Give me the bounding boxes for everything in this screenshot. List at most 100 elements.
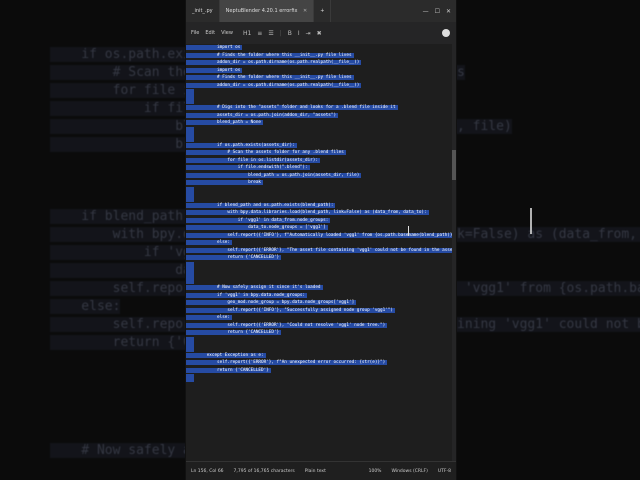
text-cursor-icon bbox=[408, 226, 409, 236]
selected-text: break bbox=[186, 180, 264, 185]
code-line bbox=[186, 261, 456, 269]
code-line: except Exception as e: bbox=[186, 352, 456, 360]
selected-text bbox=[186, 186, 194, 194]
text-format[interactable]: Plain text bbox=[300, 469, 331, 474]
code-line: if 'vgg1' in data_from.node_groups: bbox=[186, 217, 456, 225]
code-line bbox=[186, 269, 456, 277]
code-line: data_to.node_groups = ['vgg1'] bbox=[186, 224, 456, 232]
indent-icon[interactable]: ⇥ bbox=[305, 30, 312, 37]
selected-text: self.report({'ERROR'}, f"An unexpected e… bbox=[186, 360, 388, 365]
code-line: geo_mod.node_group = bpy.data.node_group… bbox=[186, 299, 456, 307]
selected-text: # Now safely assign it since it's loaded bbox=[186, 285, 323, 290]
tab-bar: _init_.py NeptuBlender 4.20.1 errorfix ✕… bbox=[186, 0, 456, 22]
code-line bbox=[186, 374, 456, 382]
code-line: if os.path.exists(assets_dir): bbox=[186, 142, 456, 150]
selected-text bbox=[186, 194, 194, 202]
minimize-icon[interactable]: — bbox=[423, 8, 429, 15]
code-line: assets_dir = os.path.join(addon_dir, "as… bbox=[186, 112, 456, 120]
new-tab-button[interactable]: + bbox=[314, 0, 332, 22]
selected-text: blend_path = None bbox=[186, 120, 264, 125]
selected-text: self.report({'INFO'}, "Successfully assi… bbox=[186, 307, 395, 313]
selection-count: 7,795 of 16,765 characters bbox=[233, 468, 295, 474]
heading-icon[interactable]: H1 bbox=[242, 30, 252, 37]
code-line bbox=[186, 186, 456, 194]
code-line: with bpy.data.libraries.load(blend_path,… bbox=[186, 209, 456, 217]
selected-text: if file.endswith(".blend"): bbox=[186, 165, 310, 170]
code-line: else: bbox=[186, 314, 456, 322]
cursor-position: Ln 156, Col 66 bbox=[191, 468, 224, 474]
selected-text: except Exception as e: bbox=[186, 352, 266, 358]
code-line: self.report({'INFO'}, f"Automatically lo… bbox=[186, 232, 456, 240]
status-bar: Ln 156, Col 66 7,795 of 16,765 character… bbox=[186, 461, 456, 480]
code-line: self.report({'ERROR'}, "The asset file c… bbox=[186, 247, 456, 255]
menu-view[interactable]: View bbox=[218, 30, 236, 36]
text-editor[interactable]: import os # Finds the folder where this … bbox=[186, 44, 456, 462]
code-line: if blend_path and os.path.exists(blend_p… bbox=[186, 202, 456, 210]
code-line bbox=[186, 89, 456, 97]
code-line bbox=[186, 344, 456, 352]
code-line bbox=[186, 134, 456, 142]
code-line: addon_dir = os.path.dirname(os.path.real… bbox=[186, 82, 456, 90]
bold-icon[interactable]: B bbox=[287, 30, 293, 37]
menu-edit[interactable]: Edit bbox=[202, 30, 218, 36]
selected-text: # Finds the folder where this __init__.p… bbox=[186, 75, 354, 80]
selected-text: return {'CANCELLED'} bbox=[186, 255, 282, 260]
text-cursor-icon-background bbox=[530, 208, 532, 234]
selected-text: blend_path = os.path.join(assets_dir, fi… bbox=[186, 172, 362, 178]
line-ending[interactable]: Windows (CRLF) bbox=[386, 469, 432, 474]
list-icon[interactable]: ≡ bbox=[256, 30, 263, 37]
selected-text bbox=[186, 134, 194, 142]
code-line: return {'CANCELLED'} bbox=[186, 254, 456, 262]
code-line bbox=[186, 276, 456, 284]
code-line: return {'CANCELLED'} bbox=[186, 367, 456, 375]
scrollbar-thumb[interactable] bbox=[452, 150, 456, 180]
selected-text: for file in os.listdir(assets_dir): bbox=[186, 157, 320, 163]
tab-init-py[interactable]: _init_.py bbox=[186, 0, 220, 22]
code-line bbox=[186, 336, 456, 344]
close-tab-icon[interactable]: ✕ bbox=[303, 8, 307, 14]
settings-icon[interactable] bbox=[442, 29, 450, 37]
selected-text: if 'vgg1' in bpy.data.node_groups: bbox=[186, 292, 307, 298]
background-dim-left bbox=[0, 0, 185, 480]
selected-text bbox=[186, 336, 194, 344]
selected-text: self.report({'ERROR'}, "The asset file c… bbox=[186, 247, 456, 253]
clear-format-icon[interactable]: ✖ bbox=[316, 30, 323, 37]
tab-active-file[interactable]: NeptuBlender 4.20.1 errorfix ✕ bbox=[219, 0, 315, 22]
code-line: blend_path = None bbox=[186, 119, 456, 127]
encoding[interactable]: UTF-8 bbox=[433, 469, 456, 474]
menu-file[interactable]: File bbox=[188, 30, 202, 36]
code-line: else: bbox=[186, 239, 456, 247]
selected-text: if 'vgg1' in data_from.node_groups: bbox=[186, 217, 331, 223]
selected-text: addon_dir = os.path.dirname(os.path.real… bbox=[186, 60, 362, 65]
italic-icon[interactable]: I bbox=[297, 30, 301, 37]
code-line: break bbox=[186, 179, 456, 187]
vertical-scrollbar[interactable] bbox=[452, 44, 456, 462]
code-line: # Finds the folder where this __init__.p… bbox=[186, 74, 456, 82]
selected-text: else: bbox=[186, 315, 232, 320]
code-line: self.report({'ERROR'}, f"An unexpected e… bbox=[186, 359, 456, 367]
maximize-icon[interactable]: ☐ bbox=[435, 8, 440, 15]
selected-text: return {'CANCELLED'} bbox=[186, 367, 271, 373]
selected-text: return {'CANCELLED'} bbox=[186, 330, 282, 335]
code-line bbox=[186, 194, 456, 202]
selected-text bbox=[186, 261, 194, 269]
selected-text: if blend_path and os.path.exists(blend_p… bbox=[186, 202, 336, 208]
tab-label: NeptuBlender 4.20.1 errorfix bbox=[225, 8, 298, 14]
selected-text bbox=[186, 89, 194, 97]
numbered-list-icon[interactable]: ☰ bbox=[267, 30, 274, 37]
code-line: addon_dir = os.path.dirname(os.path.real… bbox=[186, 59, 456, 67]
selected-text bbox=[186, 374, 194, 382]
selected-text: assets_dir = os.path.join(addon_dir, "as… bbox=[186, 112, 339, 118]
code-line: if 'vgg1' in bpy.data.node_groups: bbox=[186, 292, 456, 300]
code-line: import os bbox=[186, 67, 456, 75]
code-line: self.report({'INFO'}, "Successfully assi… bbox=[186, 307, 456, 315]
code-line: # Now safely assign it since it's loaded bbox=[186, 284, 456, 292]
zoom-level[interactable]: 100% bbox=[364, 469, 387, 474]
window-controls: — ☐ ✕ bbox=[423, 8, 456, 15]
selected-text bbox=[186, 269, 194, 277]
selected-text: with bpy.data.libraries.load(blend_path,… bbox=[186, 210, 429, 215]
code-line: # Finds the folder where this __init__.p… bbox=[186, 52, 456, 60]
selected-text bbox=[186, 344, 194, 352]
background-dim-right bbox=[455, 0, 640, 480]
close-window-icon[interactable]: ✕ bbox=[446, 8, 451, 15]
